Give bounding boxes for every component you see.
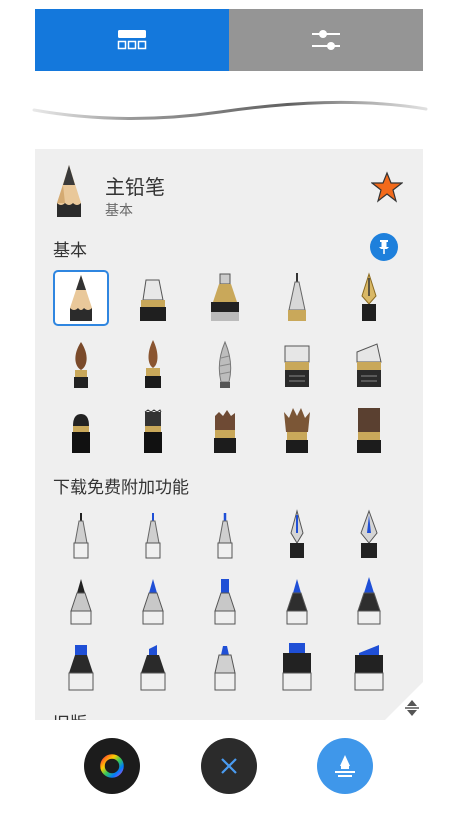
brush-library-tabs bbox=[35, 9, 423, 71]
close-icon bbox=[221, 758, 237, 774]
brush-airbrush[interactable] bbox=[197, 336, 253, 392]
brush-fineliner-3[interactable] bbox=[197, 507, 253, 563]
broad-marker-icon bbox=[282, 643, 312, 691]
brush-round-brush[interactable] bbox=[125, 336, 181, 392]
brush-grid-icon bbox=[117, 30, 147, 50]
brush-eraser[interactable] bbox=[125, 270, 181, 326]
brush-panel: 主铅笔 基本 基本 下载免费附加功能 bbox=[35, 149, 423, 720]
brush-fountain-pen[interactable] bbox=[341, 270, 397, 326]
brush-stamp[interactable] bbox=[197, 270, 253, 326]
soft-brush-icon bbox=[74, 342, 88, 388]
brush-flat-soft[interactable] bbox=[53, 402, 109, 458]
stroke-preview bbox=[32, 100, 428, 121]
wide-marker-icon bbox=[356, 343, 382, 387]
brush-fan[interactable] bbox=[269, 402, 325, 458]
color-wheel-icon bbox=[100, 754, 124, 778]
brush-broad-marker-1[interactable] bbox=[53, 639, 109, 695]
marker-blue-icon bbox=[286, 579, 308, 625]
brush-technical-pen[interactable] bbox=[269, 270, 325, 326]
brush-soft-brush[interactable] bbox=[53, 336, 109, 392]
section-title-downloads: 下载免费附加功能 bbox=[53, 478, 189, 498]
brush-marker-1[interactable] bbox=[53, 573, 109, 629]
brush-chisel-marker[interactable] bbox=[269, 336, 325, 392]
pencil-icon bbox=[57, 165, 81, 217]
tab-brushes[interactable] bbox=[35, 9, 229, 71]
marker-icon bbox=[70, 579, 92, 625]
fountain-pen-icon bbox=[361, 272, 377, 321]
chisel-marker-icon bbox=[284, 345, 310, 387]
brush-category: 基本 bbox=[105, 203, 133, 219]
section-title-legacy: 旧版 bbox=[53, 709, 87, 720]
brush-marker-3[interactable] bbox=[197, 573, 253, 629]
stamp-brush-icon bbox=[211, 273, 239, 321]
broad-marker-icon bbox=[214, 646, 236, 691]
fineliner-blue-icon bbox=[217, 513, 233, 559]
resize-handle-icon[interactable] bbox=[402, 698, 422, 718]
airbrush-icon bbox=[218, 340, 232, 388]
brush-fineliner-1[interactable] bbox=[53, 507, 109, 563]
brush-wide-marker[interactable] bbox=[341, 336, 397, 392]
brush-properties-button[interactable] bbox=[317, 738, 373, 794]
flat-soft-brush-icon bbox=[72, 414, 90, 453]
brush-broad-marker-2[interactable] bbox=[125, 639, 181, 695]
fineliner-blue-icon bbox=[145, 513, 161, 559]
marker-blue-icon bbox=[214, 579, 236, 625]
brush-nib-pen-1[interactable] bbox=[269, 507, 325, 563]
brush-flat-hard[interactable] bbox=[125, 402, 181, 458]
brush-name: 主铅笔 bbox=[105, 175, 165, 199]
bottom-toolbar bbox=[0, 724, 458, 820]
section-title-basic: 基本 bbox=[53, 241, 87, 261]
brush-broad-marker-3[interactable] bbox=[197, 639, 253, 695]
wide-bristle-brush-icon bbox=[357, 408, 381, 453]
fineliner-icon bbox=[73, 513, 89, 559]
pin-icon[interactable] bbox=[370, 233, 398, 261]
brush-broad-marker-4[interactable] bbox=[269, 639, 325, 695]
fan-brush-icon bbox=[284, 408, 310, 453]
brush-fineliner-2[interactable] bbox=[125, 507, 181, 563]
marker-blue-icon bbox=[142, 579, 164, 625]
sliders-icon bbox=[312, 30, 340, 50]
nib-pen-icon bbox=[290, 509, 304, 558]
current-brush: 主铅笔 基本 bbox=[35, 149, 423, 227]
star-icon[interactable] bbox=[371, 171, 403, 203]
brush-nib-pen-2[interactable] bbox=[341, 507, 397, 563]
technical-pen-icon bbox=[288, 273, 306, 321]
brush-tool-icon bbox=[335, 755, 355, 777]
flat-hard-brush-icon bbox=[144, 409, 162, 453]
brush-marker-4[interactable] bbox=[269, 573, 325, 629]
tab-settings[interactable] bbox=[229, 9, 423, 71]
nib-pen-icon bbox=[360, 509, 378, 558]
brush-bristle[interactable] bbox=[197, 402, 253, 458]
brush-marker-2[interactable] bbox=[125, 573, 181, 629]
brush-marker-5[interactable] bbox=[341, 573, 397, 629]
broad-marker-icon bbox=[68, 645, 94, 691]
marker-blue-icon bbox=[357, 577, 381, 625]
bristle-brush-icon bbox=[214, 410, 236, 453]
color-picker-button[interactable] bbox=[84, 738, 140, 794]
brush-wide-bristle[interactable] bbox=[341, 402, 397, 458]
close-button[interactable] bbox=[201, 738, 257, 794]
eraser-brush-icon bbox=[140, 279, 166, 321]
pencil-brush-icon bbox=[70, 275, 92, 321]
round-brush-icon bbox=[145, 340, 161, 388]
brush-pencil[interactable] bbox=[53, 270, 109, 326]
broad-marker-icon bbox=[140, 645, 166, 691]
